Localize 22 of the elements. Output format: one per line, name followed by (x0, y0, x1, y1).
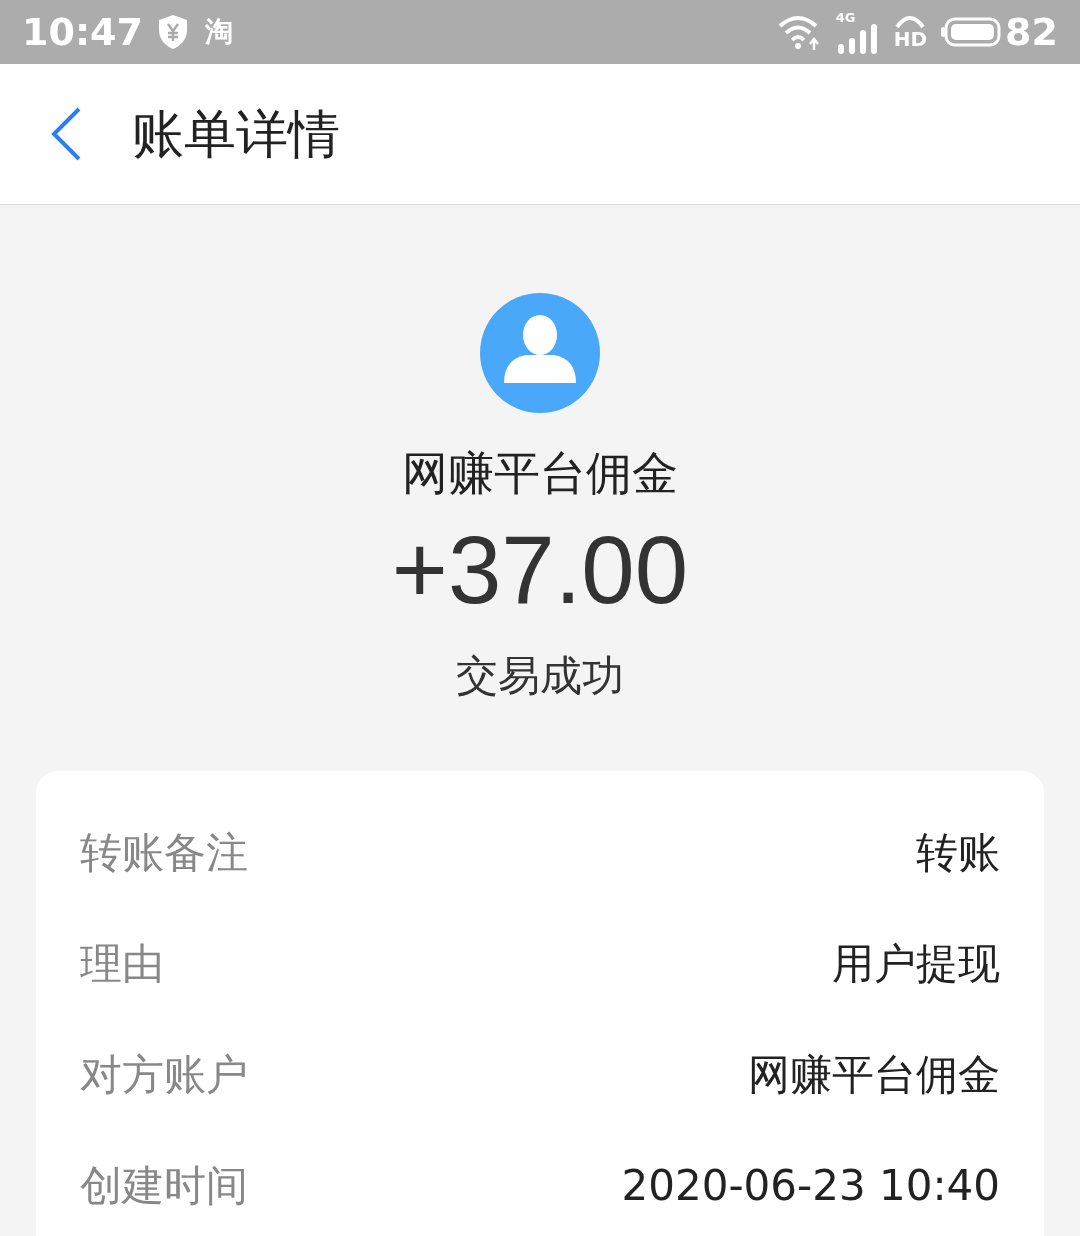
detail-label: 对方账户 (80, 1049, 248, 1101)
detail-value: 2020-06-23 10:40 (621, 1160, 1000, 1212)
detail-label: 创建时间 (80, 1160, 248, 1212)
detail-value: 转账 (916, 827, 1000, 879)
signal-icon (835, 23, 880, 54)
shield-icon (156, 14, 189, 50)
detail-value: 网赚平台佣金 (748, 1049, 1000, 1101)
network-type: 4G (835, 10, 856, 24)
amount: +37.00 (391, 522, 689, 618)
battery-icon (941, 17, 1002, 47)
avatar-icon (480, 293, 600, 413)
wifi-icon (777, 14, 822, 50)
transaction-status: 交易成功 (456, 650, 624, 702)
clock: 10:47 (22, 8, 143, 56)
battery-level: 82 (1005, 8, 1058, 56)
call-mode-label: HD (893, 29, 928, 49)
detail-label: 理由 (80, 938, 164, 990)
notification-glyph: 淘 (204, 14, 233, 50)
payer-name: 网赚平台佣金 (402, 445, 678, 502)
page-title: 账单详情 (132, 103, 340, 166)
detail-label: 转账备注 (80, 827, 248, 879)
detail-value: 用户提现 (832, 938, 1000, 990)
